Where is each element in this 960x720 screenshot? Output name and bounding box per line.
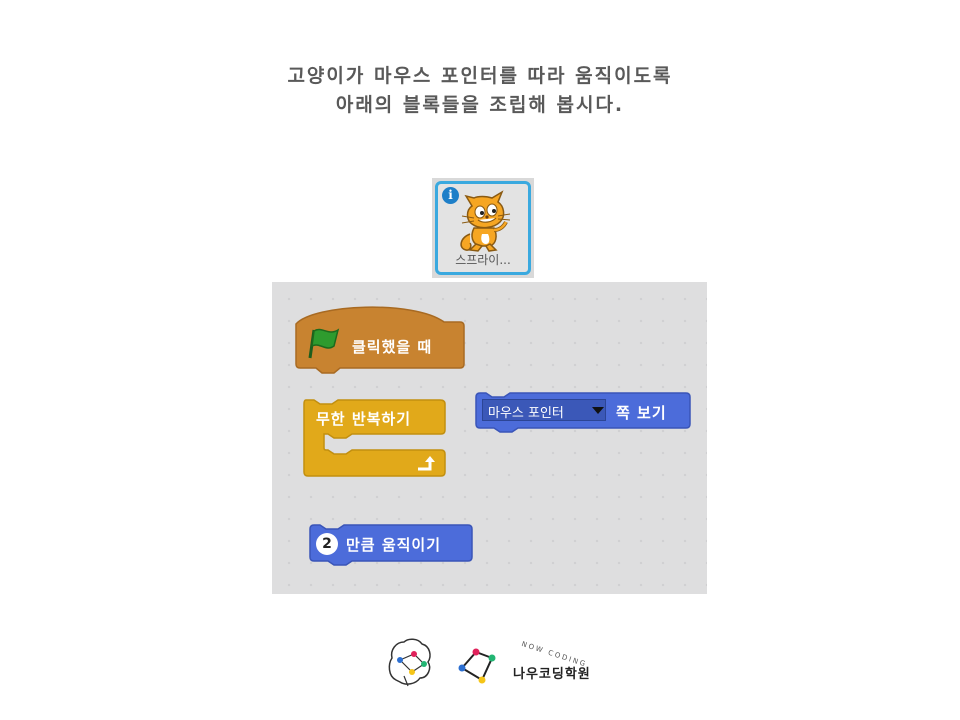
forever-block[interactable]: 무한 반복하기 — [302, 398, 448, 480]
instruction-line-1: 고양이가 마우스 포인터를 따라 움직이도록 — [287, 65, 673, 87]
instruction-line-2: 아래의 블록들을 조립해 봅시다. — [335, 94, 625, 116]
steps-input[interactable]: 2 — [316, 533, 338, 555]
instructions: 고양이가 마우스 포인터를 따라 움직이도록 아래의 블록들을 조립해 봅시다. — [0, 62, 960, 120]
script-area[interactable]: 클릭했을 때 무한 반복하기 마우스 포인터 쪽 보기 2 만큼 움직이기 — [272, 282, 707, 594]
brain-logo-icon — [388, 638, 431, 687]
dropdown-arrow-icon — [592, 407, 604, 414]
when-flag-clicked-label: 클릭했을 때 — [352, 338, 433, 356]
cat-sprite-icon — [460, 190, 511, 252]
graph-logo-icon — [458, 648, 496, 684]
footer — [0, 630, 960, 700]
point-towards-dropdown[interactable]: 마우스 포인터 — [482, 399, 606, 421]
move-steps-block[interactable]: 2 만큼 움직이기 — [308, 524, 476, 566]
loop-arrow-icon — [418, 456, 435, 471]
move-steps-label: 만큼 움직이기 — [346, 536, 442, 554]
point-towards-block[interactable]: 마우스 포인터 쪽 보기 — [474, 392, 692, 434]
point-towards-label: 쪽 보기 — [616, 404, 667, 422]
info-icon[interactable]: i — [442, 187, 459, 204]
sprite-name-label: 스프라이... — [455, 253, 511, 267]
brand-name: 나우코딩학원 — [513, 667, 591, 682]
green-flag-icon — [308, 328, 340, 359]
sprite-thumbnail[interactable]: i 스프라이... — [432, 178, 534, 278]
when-flag-clicked-block[interactable]: 클릭했을 때 — [294, 302, 466, 374]
forever-label: 무한 반복하기 — [316, 410, 412, 428]
steps-value: 2 — [322, 536, 332, 552]
dropdown-value: 마우스 포인터 — [488, 406, 564, 421]
sprite-frame: i 스프라이... — [435, 181, 531, 275]
